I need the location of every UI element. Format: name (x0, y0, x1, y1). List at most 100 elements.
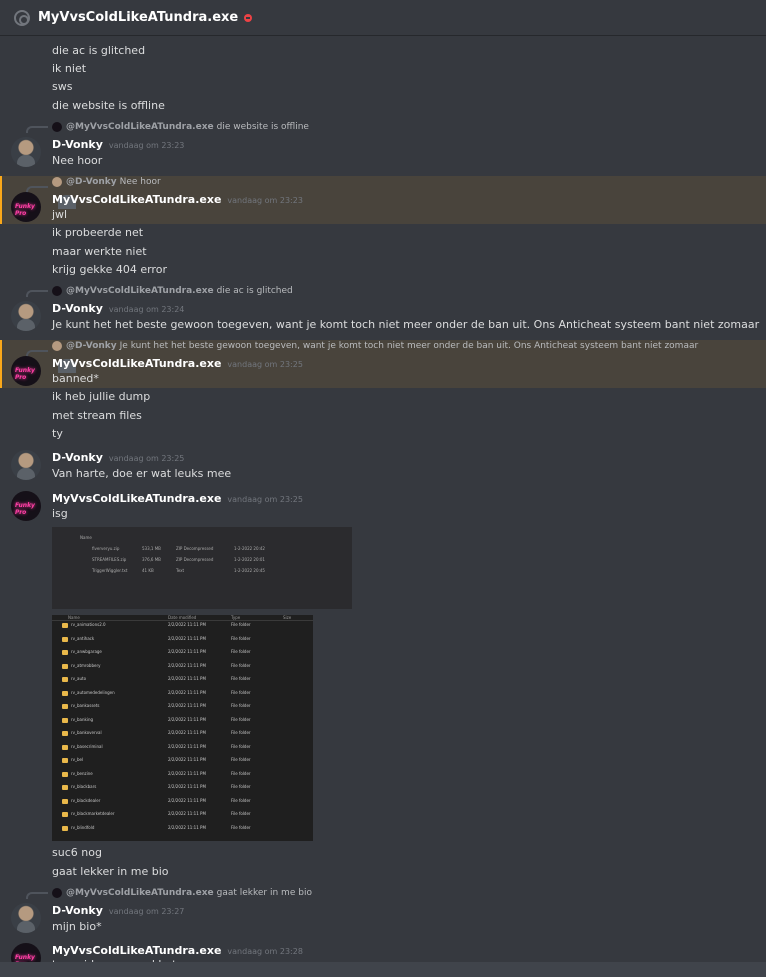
message-header: D-Vonky vandaag om 23:27 (52, 904, 184, 917)
reply-avatar (52, 177, 76, 209)
avatar[interactable]: Funky Pro (11, 491, 41, 521)
author-name[interactable]: MyVvsColdLikeATundra.exe (52, 492, 221, 505)
avatar[interactable]: Funky Pro (11, 192, 41, 222)
folder-row: rv_atmrobbery 2/2/2022 11:11 PM File folde… (52, 661, 313, 674)
reply-user: @MyVvsColdLikeATundra.exe (66, 286, 214, 296)
dnd-status-icon (244, 13, 253, 22)
reply-user: @MyVvsColdLikeATundra.exe (66, 122, 214, 132)
author-name[interactable]: D-Vonky (52, 451, 103, 464)
folder-icon (62, 771, 68, 777)
message-header: D-Vonky vandaag om 23:25 (52, 451, 184, 464)
reply-preview[interactable]: @MyVvsColdLikeATundra.exe gaat lekker in… (52, 888, 312, 898)
message-text: gaat lekker in me bio (52, 865, 169, 878)
author-name[interactable]: MyVvsColdLikeATundra.exe (52, 193, 221, 206)
avatar-logo-text: Funky Pro (15, 367, 35, 381)
message-text: ik probeerde net (52, 226, 144, 239)
timestamp: vandaag om 23:25 (227, 360, 303, 369)
avatar[interactable] (11, 301, 41, 331)
folder-icon (62, 825, 68, 831)
message-text: ik heb jullie dump (52, 390, 151, 403)
avatar[interactable]: Funky Pro (11, 356, 41, 386)
author-name[interactable]: D-Vonky (52, 302, 103, 315)
folder-row: rv_bel 2/2/2022 11:11 PM File folder (52, 755, 313, 768)
folder-row: rv_bankassets 2/2/2022 11:11 PM File folde… (52, 701, 313, 714)
message-header: MyVvsColdLikeATundra.exe vandaag om 23:23 (52, 193, 303, 206)
timestamp: vandaag om 23:24 (108, 305, 185, 314)
timestamp: vandaag om 23:25 (108, 454, 185, 463)
timestamp: vandaag om 23:25 (227, 495, 303, 504)
folder-row: rv_benzine 2/2/2022 11:11 PM File folder (52, 769, 313, 782)
message-text: die ac is glitched (52, 44, 146, 57)
message-text: ty (52, 427, 63, 440)
reply-preview[interactable]: @MyVvsColdLikeATundra.exe die website is… (52, 122, 309, 132)
folder-row: rv_auto 2/2/2022 11:11 PM File folder (52, 674, 313, 687)
image-attachment[interactable]: Name fiververyu.zip 533,1 MB ZIP Decompr… (52, 527, 352, 609)
folder-icon (62, 704, 68, 709)
reply-text: Je kunt het het beste gewoon toegeven, w… (119, 341, 699, 351)
folder-row: rv_anwbgarage 2/2/2022 11:11 PM File folde… (52, 647, 313, 660)
image-attachment[interactable]: Name Date modified Type Size rv_animatio… (52, 615, 313, 841)
folder-row: rv_banking 2/2/2022 11:11 PM File folder (52, 715, 313, 728)
message-text: suc6 nog (52, 846, 102, 859)
reply-preview[interactable]: @D-Vonky Nee hoor (52, 177, 161, 209)
reply-spine (26, 290, 48, 297)
avatar-logo-text: Funky Pro (15, 502, 35, 516)
folder-row: rv_blackbars 2/2/2022 11:11 PM File folder (52, 782, 313, 795)
author-name[interactable]: MyVvsColdLikeATundra.exe (52, 944, 221, 957)
folder-icon (62, 650, 68, 655)
folder-icon (62, 812, 68, 817)
message-header: MyVvsColdLikeATundra.exe vandaag om 23:25 (52, 357, 303, 370)
timestamp: vandaag om 23:23 (108, 141, 185, 150)
message-header: D-Vonky vandaag om 23:23 (52, 138, 184, 151)
author-name[interactable]: D-Vonky (52, 904, 103, 917)
folder-icon (62, 785, 68, 790)
author-name[interactable]: MyVvsColdLikeATundra.exe (52, 357, 221, 370)
reply-text: gaat lekker in me bio (216, 888, 312, 898)
message-text: Nee hoor (52, 154, 103, 167)
folder-row: rv_blindfold 2/2/2022 11:11 PM File folder (52, 823, 313, 836)
reply-text: Nee hoor (119, 177, 161, 187)
avatar-logo-text: Funky Pro (15, 203, 35, 217)
reply-avatar (52, 286, 62, 296)
message-text: sws (52, 80, 73, 93)
reply-spine (26, 892, 48, 899)
author-name[interactable]: D-Vonky (52, 138, 103, 151)
message-header: MyVvsColdLikeATundra.exe vandaag om 23:28 (52, 944, 303, 957)
message-text: die website is offline (52, 99, 165, 112)
avatar[interactable] (11, 137, 41, 167)
message-text: Van harte, doe er wat leuks mee (52, 467, 232, 480)
message-text: banned* (52, 372, 99, 385)
reply-user: @D-Vonky (66, 177, 117, 187)
message-composer[interactable] (0, 962, 766, 977)
folder-row: rv_basecriminal 2/2/2022 11:11 PM File fol… (52, 742, 313, 755)
folder-icon (62, 690, 68, 696)
reply-avatar (52, 341, 76, 373)
folder-row: rv_animations2.0 2/2/2022 11:11 PM File fo… (52, 620, 313, 633)
message-text: mijn bio* (52, 920, 102, 933)
reply-text: die website is offline (216, 122, 309, 132)
message-header: MyVvsColdLikeATundra.exe vandaag om 23:25 (52, 492, 303, 505)
folder-icon (62, 636, 68, 642)
message-text: Je kunt het het beste gewoon toegeven, w… (52, 318, 760, 331)
timestamp: vandaag om 23:28 (227, 947, 303, 956)
reply-user: @D-Vonky (66, 341, 117, 351)
message-text: krijg gekke 404 error (52, 263, 167, 276)
folder-icon (62, 623, 68, 628)
folder-icon (62, 677, 68, 682)
channel-header: MyVvsColdLikeATundra.exe (0, 0, 766, 36)
timestamp: vandaag om 23:23 (227, 196, 303, 205)
avatar[interactable] (11, 903, 41, 933)
folder-row: rv_automededelingen 2/2/2022 11:11 PM File… (52, 688, 313, 701)
folder-icon (62, 758, 68, 763)
folder-row: rv_antihack 2/2/2022 11:11 PM File folder (52, 634, 313, 647)
reply-preview[interactable]: @D-Vonky Je kunt het het beste gewoon to… (52, 341, 699, 373)
timestamp: vandaag om 23:27 (108, 907, 185, 916)
avatar[interactable] (11, 450, 41, 480)
folder-row: rv_bankoverval 2/2/2022 11:11 PM File fold… (52, 728, 313, 741)
reply-preview[interactable]: @MyVvsColdLikeATundra.exe die ac is glit… (52, 286, 293, 296)
folder-row: rv_blackmarketdealer 2/2/2022 11:11 PM Fil… (52, 809, 313, 822)
folder-icon (62, 717, 68, 723)
folder-icon (62, 663, 68, 669)
file-list-header: Name (80, 535, 92, 540)
folder-icon (62, 798, 68, 804)
